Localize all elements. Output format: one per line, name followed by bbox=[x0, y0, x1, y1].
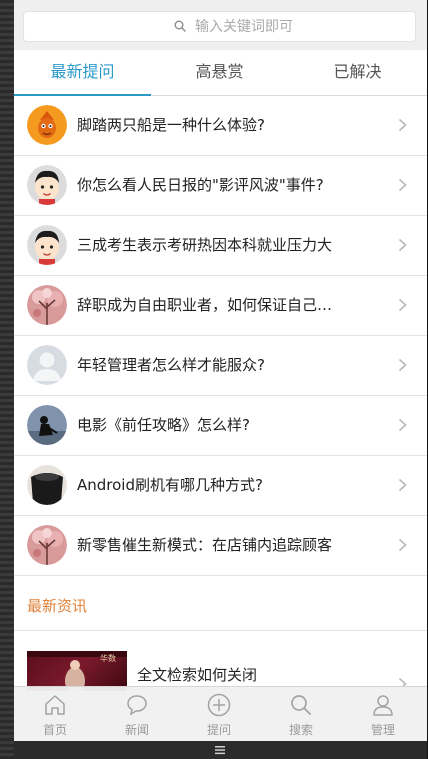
system-bar bbox=[14, 741, 427, 759]
nav-label: 首页 bbox=[42, 723, 67, 737]
avatar bbox=[27, 285, 67, 325]
avatar bbox=[27, 345, 67, 385]
chat-bubble-icon bbox=[127, 695, 147, 716]
question-title: 年轻管理者怎么样才能服众? bbox=[77, 356, 265, 374]
chevron-right-icon bbox=[398, 298, 407, 312]
chevron-right-icon bbox=[398, 418, 407, 432]
device-frame-left bbox=[0, 0, 14, 759]
tab-solved[interactable]: 已解决 bbox=[288, 50, 427, 95]
tab-label: 高悬赏 bbox=[195, 62, 244, 81]
question-title: 辞职成为自由职业者，如何保证自己的收入? bbox=[77, 296, 342, 314]
search-icon bbox=[174, 20, 186, 32]
question-row[interactable]: 年轻管理者怎么样才能服众? bbox=[14, 336, 427, 396]
pink-tree-avatar-icon bbox=[27, 285, 67, 325]
app-screen: 输入关键词即可 最新提问 高悬赏 已解决 脚踏两只船是一种什么体验? 你怎么看人… bbox=[14, 0, 427, 759]
question-title: Android刷机有哪几种方式? bbox=[77, 476, 263, 494]
tab-label: 已解决 bbox=[333, 62, 382, 81]
silhouette-avatar-icon bbox=[27, 405, 67, 445]
question-title: 新零售催生新模式：在店铺内追踪顾客 bbox=[77, 536, 333, 554]
nav-home[interactable]: 首页 bbox=[14, 687, 96, 741]
question-row[interactable]: Android刷机有哪几种方式? bbox=[14, 456, 427, 516]
chevron-right-icon bbox=[398, 358, 407, 372]
pink-tree-avatar-icon bbox=[27, 525, 67, 565]
nav-label: 搜索 bbox=[288, 723, 313, 737]
chevron-right-icon bbox=[398, 478, 407, 492]
default-user-avatar-icon bbox=[27, 345, 67, 385]
nav-label: 管理 bbox=[370, 723, 395, 737]
question-row[interactable]: 脚踏两只船是一种什么体验? bbox=[14, 96, 427, 156]
question-list: 脚踏两只船是一种什么体验? 你怎么看人民日报的"影评风波"事件? 三成考生表示考… bbox=[14, 96, 427, 576]
home-icon bbox=[45, 695, 65, 715]
nav-label: 新闻 bbox=[124, 723, 149, 737]
nav-search[interactable]: 搜索 bbox=[260, 687, 342, 741]
question-row[interactable]: 新零售催生新模式：在店铺内追踪顾客 bbox=[14, 516, 427, 576]
cartoon-boy-avatar-icon bbox=[27, 225, 67, 265]
search-placeholder: 输入关键词即可 bbox=[195, 19, 293, 35]
nav-manage[interactable]: 管理 bbox=[342, 687, 427, 741]
dark-photo-avatar-icon bbox=[27, 465, 67, 505]
avatar bbox=[27, 525, 67, 565]
search-bar: 输入关键词即可 bbox=[14, 0, 427, 50]
question-row[interactable]: 你怎么看人民日报的"影评风波"事件? bbox=[14, 156, 427, 216]
search-input[interactable]: 输入关键词即可 bbox=[23, 11, 416, 42]
avatar bbox=[27, 165, 67, 205]
tab-latest[interactable]: 最新提问 bbox=[14, 50, 151, 96]
chevron-right-icon bbox=[398, 538, 407, 552]
avatar bbox=[27, 465, 67, 505]
chevron-right-icon bbox=[398, 118, 407, 132]
question-row[interactable]: 三成考生表示考研热因本科就业压力大 bbox=[14, 216, 427, 276]
plus-circle-icon bbox=[207, 693, 231, 717]
news-section-title: 最新资讯 bbox=[27, 597, 88, 615]
tab-label: 最新提问 bbox=[50, 62, 115, 81]
question-title: 三成考生表示考研热因本科就业压力大 bbox=[77, 236, 333, 254]
question-row[interactable]: 电影《前任攻略》怎么样? bbox=[14, 396, 427, 456]
question-title: 电影《前任攻略》怎么样? bbox=[77, 416, 250, 434]
tab-high-reward[interactable]: 高悬赏 bbox=[151, 50, 288, 95]
news-thumbnail-label: 华数 bbox=[100, 654, 116, 663]
news-thumbnail: 华数 bbox=[27, 651, 127, 691]
orange-cartoon-avatar-icon bbox=[27, 105, 67, 145]
cartoon-boy-avatar-icon bbox=[27, 165, 67, 205]
news-section-header: 最新资讯 bbox=[14, 576, 427, 631]
menu-icon[interactable] bbox=[214, 745, 226, 755]
news-item[interactable]: 华数 全文检索如何关闭 bbox=[14, 641, 427, 691]
question-tabs: 最新提问 高悬赏 已解决 bbox=[14, 50, 427, 96]
question-row[interactable]: 辞职成为自由职业者，如何保证自己的收入? bbox=[14, 276, 427, 336]
nav-label: 提问 bbox=[206, 723, 231, 737]
chevron-right-icon bbox=[398, 238, 407, 252]
nav-news[interactable]: 新闻 bbox=[96, 687, 178, 741]
nav-ask[interactable]: 提问 bbox=[178, 687, 260, 741]
avatar bbox=[27, 225, 67, 265]
question-title: 你怎么看人民日报的"影评风波"事件? bbox=[77, 176, 324, 194]
avatar bbox=[27, 105, 67, 145]
question-title: 脚踏两只船是一种什么体验? bbox=[77, 116, 265, 134]
bottom-navigation: 首页 新闻 提问 搜索 管理 bbox=[14, 686, 427, 741]
avatar bbox=[27, 405, 67, 445]
news-item-title: 全文检索如何关闭 bbox=[137, 666, 258, 684]
search-icon bbox=[291, 695, 311, 715]
user-icon bbox=[373, 695, 393, 716]
chevron-right-icon bbox=[398, 178, 407, 192]
